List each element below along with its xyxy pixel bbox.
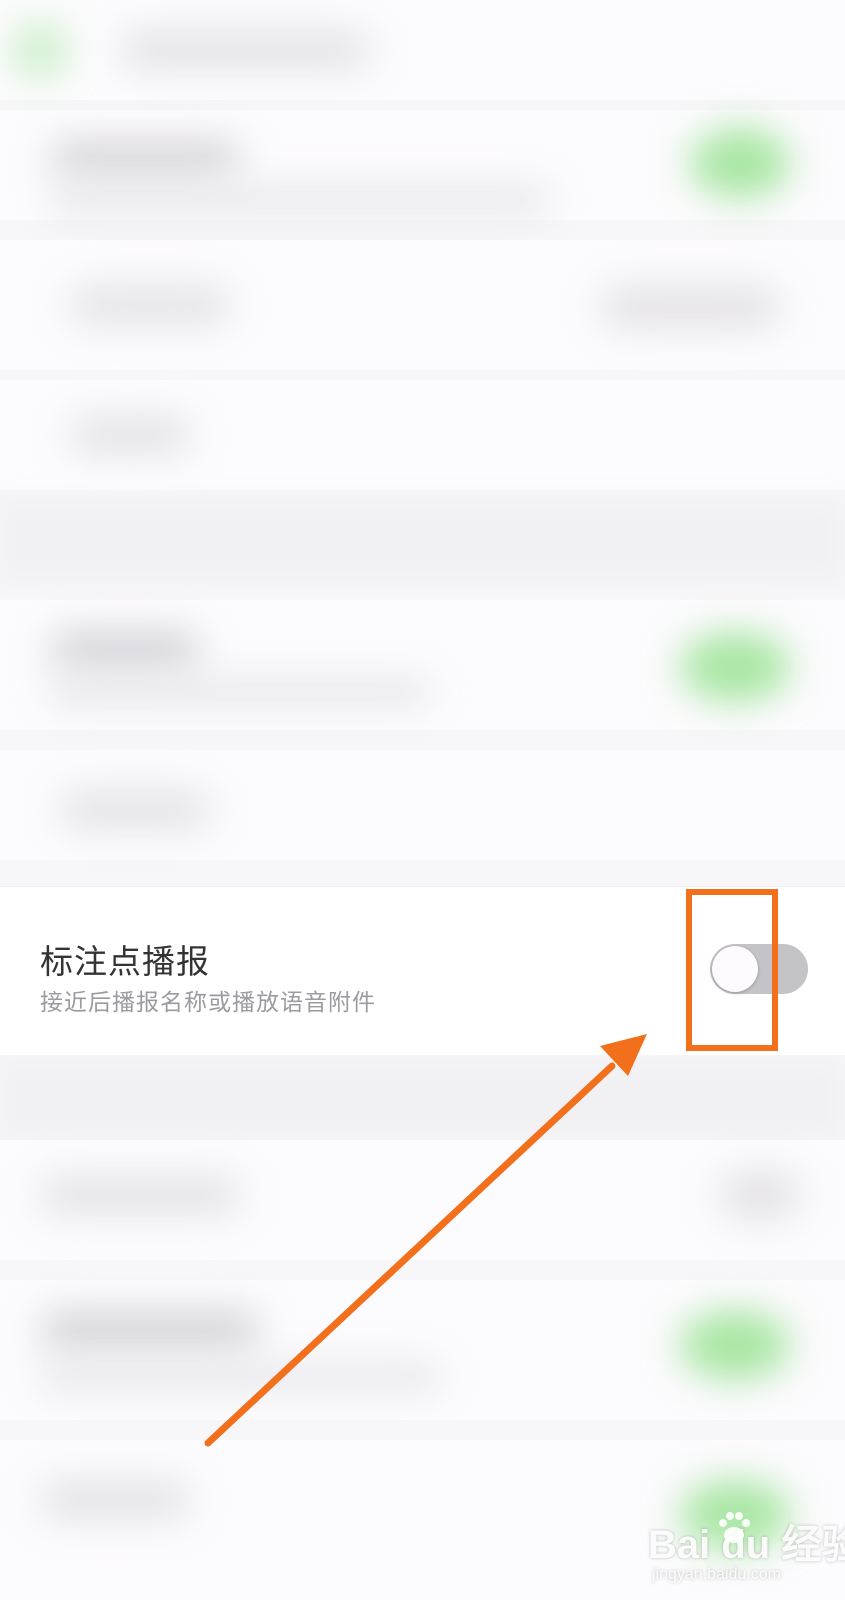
blurred-row-7-desc — [40, 1365, 440, 1389]
paw-icon — [719, 1512, 750, 1543]
baidu-jingyan-watermark: Bai du 经验 jingyan.baidu.com — [648, 1508, 845, 1592]
blurred-row-6-title — [40, 1175, 240, 1215]
blurred-row-6-value — [720, 1170, 800, 1220]
blurred-header-title — [120, 30, 370, 70]
blurred-section-gap — [0, 1060, 845, 1140]
blurred-row-1-desc — [50, 188, 550, 212]
blurred-row-7-title — [40, 1310, 260, 1350]
blurred-section-gap — [0, 500, 845, 580]
blurred-toggle-on-icon — [690, 128, 790, 198]
blurred-row-5-title — [60, 790, 210, 830]
setting-title: 标注点播报 — [40, 942, 210, 981]
blurred-row-1-title — [50, 140, 240, 176]
blurred-row-4-title — [50, 630, 200, 670]
blurred-row-2-title — [70, 285, 230, 325]
annotation-highlight-box — [686, 889, 778, 1051]
blurred-toggle-on-icon — [680, 1310, 790, 1380]
blurred-row-4-desc — [50, 680, 430, 704]
blurred-row-3-title — [70, 415, 190, 455]
blurred-toggle-on-icon — [680, 632, 790, 702]
blurred-row-8-title — [40, 1480, 190, 1520]
blurred-background — [0, 0, 845, 1600]
blurred-header-icon — [10, 20, 70, 80]
setting-description: 接近后播报名称或播放语音附件 — [40, 990, 376, 1016]
watermark-sub-text: jingyan.baidu.com — [652, 1566, 781, 1583]
blurred-row-2-value — [600, 285, 780, 329]
